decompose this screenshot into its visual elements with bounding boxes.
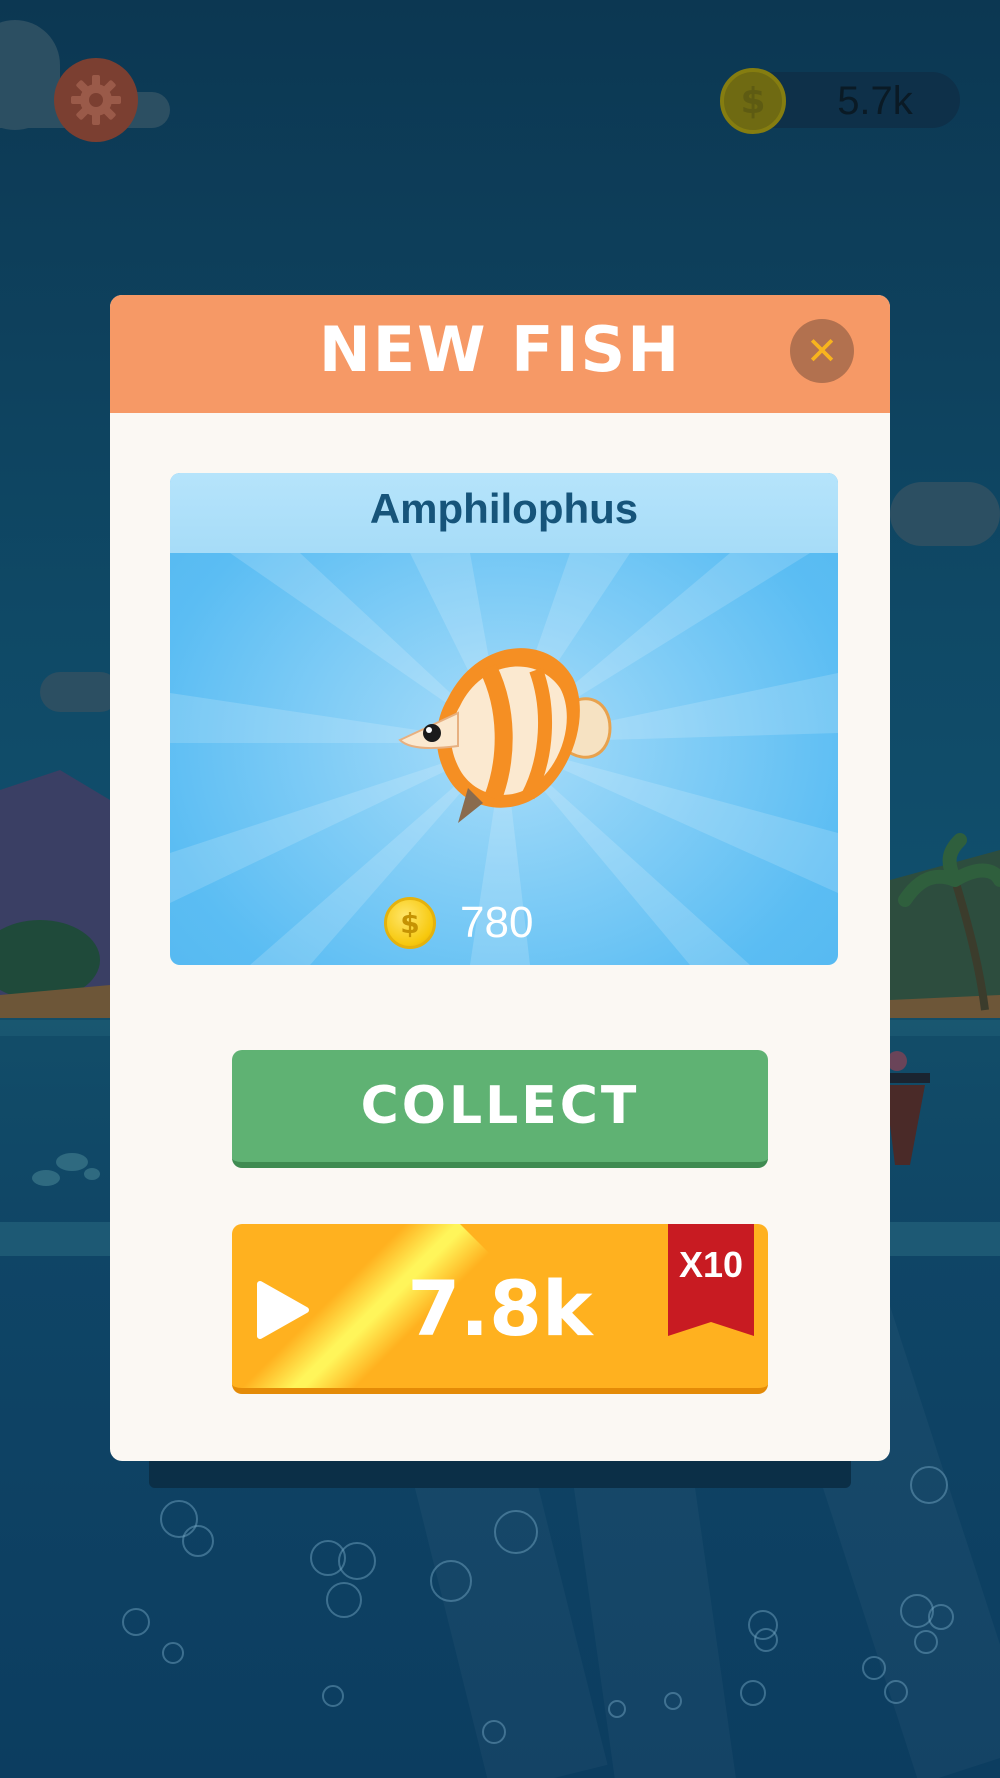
bubble [182, 1525, 214, 1557]
close-button[interactable]: ✕ [790, 319, 854, 383]
bubble [494, 1510, 538, 1554]
x10-badge: X10 [678, 1244, 744, 1285]
gear-icon [71, 75, 121, 125]
butterflyfish-image [398, 648, 612, 823]
fish-value: 780 [460, 898, 534, 947]
dialog-header: NEW FISH ✕ [110, 295, 890, 413]
fish-value-row: $ 780 [170, 891, 838, 951]
rocks [32, 1153, 100, 1186]
bubble [862, 1656, 886, 1680]
cloud [890, 482, 1000, 546]
watch-ad-x10-button[interactable]: 7.8k X10 [232, 1224, 768, 1394]
collect-button[interactable]: COLLECT [232, 1050, 768, 1168]
bubble [322, 1685, 344, 1707]
cloud [40, 672, 120, 712]
bubble [664, 1692, 682, 1710]
bubble [430, 1560, 472, 1602]
bubble [914, 1630, 938, 1654]
fish-name: Amphilophus [369, 485, 639, 532]
fish-name-band: Amphilophus [170, 473, 838, 553]
bubble [910, 1466, 948, 1504]
settings-button[interactable] [54, 58, 138, 142]
bubble [162, 1642, 184, 1664]
bubble [326, 1582, 362, 1618]
bubble [122, 1608, 150, 1636]
close-icon: ✕ [806, 329, 838, 373]
bubble [338, 1542, 376, 1580]
dollar-coin-icon: $ [384, 897, 436, 949]
coin-balance: 5.7k [837, 79, 913, 123]
bubble [928, 1604, 954, 1630]
bubble [884, 1680, 908, 1704]
fish-card: Amphilophus $ 780 [170, 473, 838, 965]
collect-button-label: COLLECT [360, 1076, 640, 1136]
bubble [608, 1700, 626, 1718]
bubble [740, 1680, 766, 1706]
dialog-title: NEW FISH [318, 313, 682, 386]
new-fish-dialog: NEW FISH ✕ Amphilophus $ 780 COLLECT 7.8… [110, 295, 890, 1461]
boat-figure [885, 1051, 930, 1165]
dollar-coin-icon: $ [720, 68, 786, 134]
bubble [754, 1628, 778, 1652]
bubble [482, 1720, 506, 1744]
